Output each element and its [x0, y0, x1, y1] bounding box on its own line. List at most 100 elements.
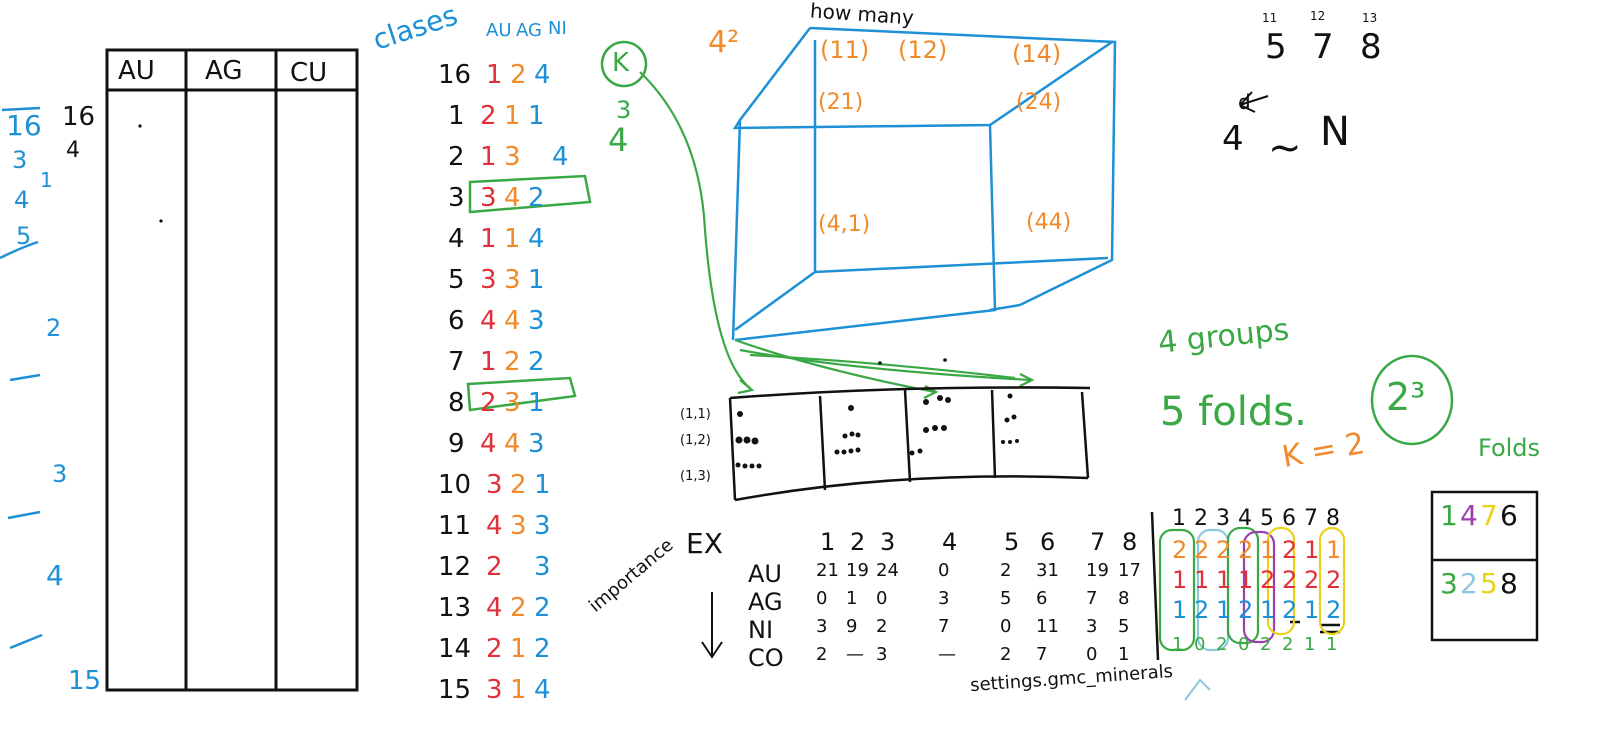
ex-cell: 0 [1086, 644, 1098, 665]
top-right-big: 7 [1312, 27, 1334, 67]
class-row-index: 9 [448, 429, 465, 459]
class-row-index: 3 [448, 183, 465, 213]
fold-cell: 2 [1172, 536, 1188, 564]
left-margin-label: 4 [46, 559, 64, 592]
ex-cell: 19 [1086, 560, 1109, 581]
ex-cell: 8 [1118, 588, 1130, 609]
class-row-value: 2 [504, 347, 521, 377]
left-margin-value: 3 [12, 146, 28, 174]
ex-cell: 2 [816, 644, 828, 665]
ex-col-header: 6 [1040, 528, 1056, 556]
power-note: 2³ [1386, 375, 1426, 419]
fold-cell: 2 [1238, 536, 1254, 564]
ex-cell: 3 [876, 644, 888, 665]
ex-cell: 2 [1000, 644, 1012, 665]
ex-col-header: 2 [850, 528, 866, 556]
left-table-header-ag: AG [205, 56, 243, 86]
class-row-value: 1 [534, 470, 551, 500]
cube-cell: (24) [1016, 90, 1062, 115]
classes-side-note: 3 [616, 96, 632, 124]
fold-cell: 2 [1282, 634, 1294, 655]
class-row-value: 3 [480, 265, 497, 295]
ex-cell: 5 [1000, 588, 1012, 609]
fold-cell: 2 [1194, 596, 1210, 624]
class-row-value: 4 [504, 429, 521, 459]
left-margin-small-one: 1 [40, 168, 53, 192]
bin-row-label: (1,1) [680, 407, 711, 422]
class-row-index: 4 [448, 224, 465, 254]
class-row-index: 2 [448, 142, 465, 172]
ex-cell: — [846, 644, 864, 665]
classes-header-ag: AG [516, 20, 542, 41]
fold-cell: 2 [1282, 536, 1298, 564]
class-row-index: 16 [438, 60, 472, 90]
ex-cell: 6 [1036, 588, 1048, 609]
class-row-value: 2 [510, 593, 527, 623]
class-row-value: 3 [504, 142, 521, 172]
folds-box-value: 7 [1480, 499, 1498, 532]
class-row-value: 4 [480, 306, 497, 336]
ex-cell: 5 [1118, 616, 1130, 637]
ex-col-header: 4 [942, 528, 958, 556]
fold-cell: 1 [1260, 596, 1276, 624]
left-margin-value: 5 [16, 222, 32, 250]
ex-cell: 9 [846, 616, 858, 637]
fold-col-header: 4 [1238, 506, 1252, 531]
class-row-value: 2 [528, 347, 545, 377]
k-circle-label: K [612, 48, 630, 78]
class-row-value: 3 [486, 675, 503, 705]
class-row-value: 3 [504, 388, 521, 418]
fold-col-header: 2 [1194, 506, 1208, 531]
class-row-value: 3 [480, 183, 497, 213]
folds-box-value: 3 [1440, 567, 1458, 600]
ex-cell: 2 [876, 616, 888, 637]
left-margin-value: 4 [14, 186, 30, 214]
class-row-value: 2 [510, 60, 527, 90]
left-margin-black-value: 16 [62, 102, 96, 132]
class-row-index: 8 [448, 388, 465, 418]
cube-cell: (12) [898, 36, 948, 64]
ex-cell: 1 [1118, 644, 1130, 665]
class-row-value: 2 [486, 634, 503, 664]
ex-cell: 7 [938, 616, 950, 637]
class-row-value: 2 [534, 634, 551, 664]
class-row-value: 1 [480, 347, 497, 377]
left-table-header-au: AU [118, 56, 155, 86]
ex-row-name: AG [748, 588, 783, 616]
class-row-value: 3 [528, 306, 545, 336]
class-row-index: 10 [438, 470, 472, 500]
fold-cell: 1 [1260, 536, 1276, 564]
class-row-value: 1 [510, 675, 527, 705]
ex-cell: 3 [816, 616, 828, 637]
ex-row-name: AU [748, 560, 782, 588]
ex-cell: 7 [1036, 644, 1048, 665]
folds-label: Folds [1478, 434, 1541, 462]
fold-cell: 2 [1216, 634, 1228, 655]
whiteboard-canvas[interactable]: AU AG CU 16 3 4 5 1 16 4 2 3 4 15 clases… [0, 0, 1600, 737]
fold-cell: 1 [1216, 566, 1232, 594]
fold-cell: 1 [1172, 566, 1188, 594]
ex-cell: 1 [846, 588, 858, 609]
class-row-value: 1 [528, 265, 545, 295]
left-margin-value: 16 [6, 109, 42, 142]
left-margin-black-value: 4 [66, 138, 80, 163]
ex-col-header: 7 [1090, 528, 1106, 556]
class-row-value: 4 [528, 224, 545, 254]
class-row-value: 4 [486, 593, 503, 623]
ex-cell: 7 [1086, 588, 1098, 609]
cube-cell: (44) [1026, 210, 1072, 235]
left-margin-label: 3 [52, 460, 68, 488]
class-row-value: 2 [534, 593, 551, 623]
ex-cell: 11 [1036, 616, 1059, 637]
formula-left: 4 [1222, 119, 1244, 159]
ex-col-header: 8 [1122, 528, 1138, 556]
fold-cell: 1 [1304, 634, 1316, 655]
folds-box-value: 2 [1460, 567, 1478, 600]
fold-cell: 2 [1304, 566, 1320, 594]
pen-strokes [0, 26, 1539, 701]
class-row-value: 1 [528, 388, 545, 418]
fold-cell: 2 [1326, 566, 1342, 594]
bin-row-label: (1,2) [680, 433, 711, 448]
class-row-value: 4 [480, 429, 497, 459]
class-row-value: 1 [480, 142, 497, 172]
